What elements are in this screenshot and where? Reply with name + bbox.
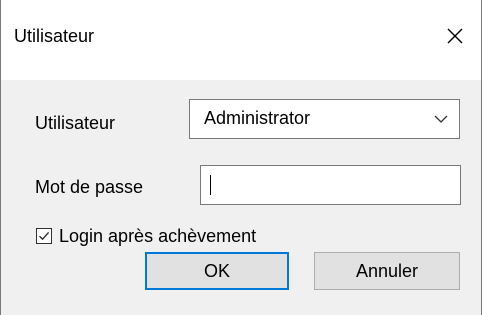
password-field[interactable] — [200, 165, 461, 205]
cancel-button[interactable]: Annuler — [314, 252, 460, 290]
user-select[interactable]: Administrator — [189, 99, 460, 139]
title-bar: Utilisateur — [1, 0, 481, 80]
password-label: Mot de passe — [35, 177, 144, 197]
user-select-value: Administrator — [204, 108, 311, 128]
dialog-title: Utilisateur — [14, 26, 95, 46]
login-after-label: Login après achèvement — [59, 226, 257, 246]
login-after-checkbox[interactable] — [36, 228, 52, 244]
text-caret — [210, 175, 211, 195]
close-icon — [447, 28, 463, 44]
close-button[interactable] — [437, 18, 473, 54]
ok-button[interactable]: OK — [145, 252, 289, 290]
user-label: Utilisateur — [35, 113, 116, 133]
chevron-down-icon — [434, 115, 448, 123]
checkmark-icon — [39, 231, 50, 241]
user-dialog: Utilisateur Utilisateur Administrator Mo… — [0, 0, 482, 315]
